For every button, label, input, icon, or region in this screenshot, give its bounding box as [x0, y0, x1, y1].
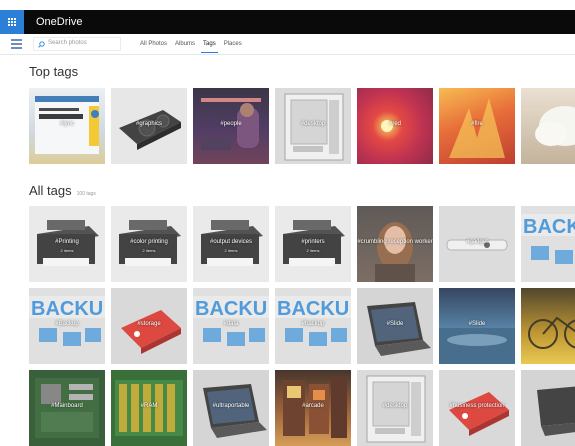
app-title[interactable]: OneDrive — [36, 15, 82, 29]
tag-label: #storage — [137, 321, 161, 327]
top-tags-heading: Top tags — [29, 64, 78, 79]
tag-label: #fire — [471, 121, 483, 127]
all-tags-heading: All tags 100 tags — [29, 183, 96, 198]
tag-label: #red — [388, 121, 401, 127]
tag-tile[interactable]: #crumbling reception worker — [357, 206, 433, 282]
tag-tile[interactable]: #people — [193, 88, 269, 164]
app-launcher-button[interactable] — [0, 10, 24, 34]
tag-tile[interactable]: #storage — [111, 288, 187, 364]
tag-tile[interactable]: #lync — [29, 88, 105, 164]
tag-tile[interactable]: BACKU #data — [193, 288, 269, 364]
all-tags-row: BACKU #Backup #storage BACKU #data BACKU #back… — [29, 288, 575, 364]
tag-tile[interactable]: #Mainboard — [29, 370, 105, 446]
tag-label: #backup — [301, 321, 325, 327]
tag-label: #arcade — [302, 403, 324, 409]
tag-tile[interactable]: #Slide — [439, 288, 515, 364]
tag-label: #Slide — [386, 321, 404, 327]
tag-tile[interactable]: #printers 2 items — [275, 206, 351, 282]
tag-tile[interactable]: BACKU — [521, 206, 575, 282]
tag-label: #output devices — [209, 239, 253, 245]
tag-label: #RAM — [140, 403, 158, 409]
tag-label: #people — [220, 121, 242, 127]
tag-label: #desktop — [382, 403, 408, 409]
menu-icon[interactable] — [11, 39, 22, 49]
command-bar: Search photos All Photos Albums Tags Pla… — [0, 34, 575, 55]
tag-tile[interactable]: #arcade — [275, 370, 351, 446]
tag-label: #graphics — [135, 121, 162, 127]
tab-places[interactable]: Places — [220, 34, 246, 54]
tag-tile[interactable]: BACKU #Backup — [29, 288, 105, 364]
search-input[interactable]: Search photos — [33, 37, 121, 51]
tag-tile[interactable]: #gadget — [439, 206, 515, 282]
tag-label: #data — [223, 321, 239, 327]
all-tags-row: #Mainboard #RAM #ultraportable #arcade #desk… — [29, 370, 575, 446]
tag-tile[interactable]: BACKU #backup — [275, 288, 351, 364]
tag-label: #Slide — [468, 321, 486, 327]
tag-label: #business protection — [449, 403, 505, 409]
tag-tile[interactable]: #graphics — [111, 88, 187, 164]
tag-tile[interactable]: #business protection — [439, 370, 515, 446]
tab-tags[interactable]: Tags — [199, 34, 220, 54]
tag-tile[interactable]: #desktop — [357, 370, 433, 446]
search-placeholder: Search photos — [48, 40, 87, 46]
tag-tile[interactable]: #ultraportable — [193, 370, 269, 446]
tag-tile[interactable] — [521, 88, 575, 164]
tag-tile[interactable]: #desktop — [275, 88, 351, 164]
tag-label: #crumbling reception worker — [357, 239, 433, 245]
tab-all-photos[interactable]: All Photos — [136, 34, 171, 54]
tag-count: 2 items — [224, 248, 238, 253]
tab-albums[interactable]: Albums — [171, 34, 199, 54]
app-header: OneDrive — [0, 10, 575, 34]
tag-tile[interactable] — [521, 288, 575, 364]
tag-count: 2 items — [60, 248, 74, 253]
top-tags-row: #lync #graphics #people #desktop #red #fire — [29, 88, 575, 164]
view-tabs: All Photos Albums Tags Places — [136, 34, 246, 54]
tag-label: #color printing — [130, 239, 168, 245]
tag-label: #printers — [301, 239, 325, 245]
app-launcher-icon — [8, 18, 16, 26]
tag-tile[interactable]: #fire — [439, 88, 515, 164]
tag-tile[interactable]: #red — [357, 88, 433, 164]
tag-label: #Mainboard — [51, 403, 83, 409]
all-tags-count: 100 tags — [76, 191, 96, 197]
top-tags-title: Top tags — [29, 64, 79, 79]
tag-tile[interactable]: #color printing 2 items — [111, 206, 187, 282]
tag-label: #gadget — [466, 239, 488, 245]
tag-label: #Backup — [55, 321, 79, 327]
search-icon — [38, 41, 45, 48]
all-tags-row: #Printing 2 items #color printing 2 items #o… — [29, 206, 575, 282]
tag-tile[interactable] — [521, 370, 575, 446]
tag-tile[interactable]: #Slide — [357, 288, 433, 364]
tag-tile[interactable]: #output devices 2 items — [193, 206, 269, 282]
tag-count: 2 items — [142, 248, 156, 253]
tag-label: #lync — [59, 121, 74, 127]
tag-tile[interactable]: #Printing 2 items — [29, 206, 105, 282]
tag-count: 2 items — [306, 248, 320, 253]
tag-label: #desktop — [300, 121, 326, 127]
tag-label: #Printing — [55, 239, 79, 245]
tag-label: #ultraportable — [212, 403, 250, 409]
all-tags-title: All tags — [29, 183, 72, 198]
tag-tile[interactable]: #RAM — [111, 370, 187, 446]
